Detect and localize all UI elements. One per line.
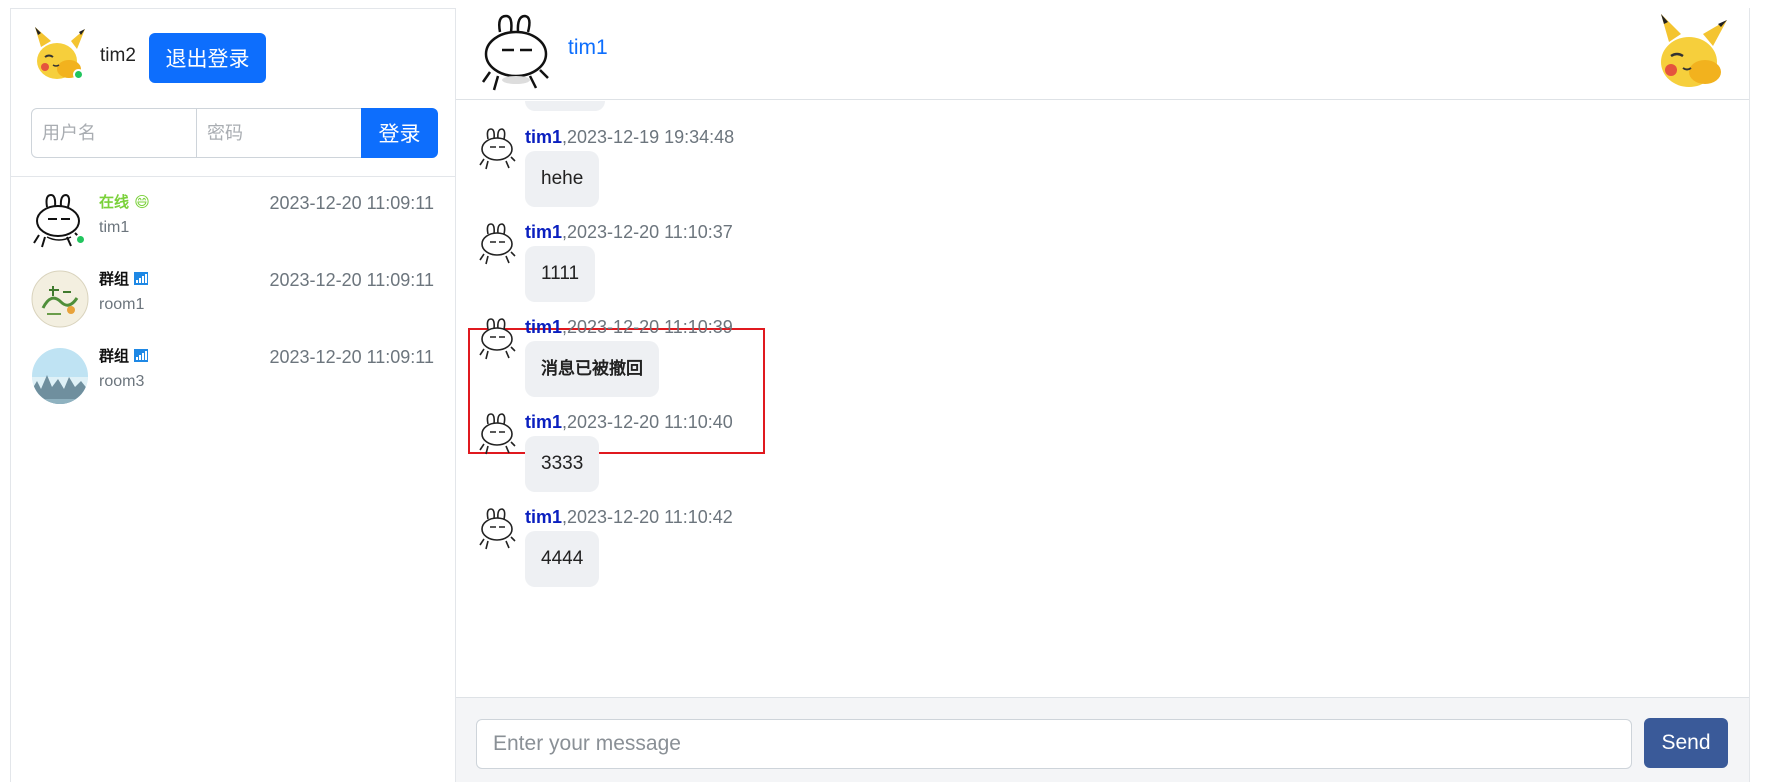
conversation-name: room3 — [99, 373, 145, 390]
message-meta: tim1,2023-12-20 11:10:39 — [525, 317, 733, 338]
message-author: tim1 — [525, 412, 563, 432]
chat-partner-name: tim1 — [568, 36, 608, 59]
pikachu-avatar-icon — [31, 25, 89, 83]
message-composer: Send — [456, 697, 1749, 782]
chat-app: tim2 退出登录 登录 在线 😄 tim1 — [10, 8, 1750, 782]
online-indicator — [75, 234, 86, 245]
conversation-time: 2023-12-20 11:09:11 — [269, 270, 434, 290]
message-meta: tim1,2023-12-20 11:10:37 — [525, 222, 733, 243]
message-time: ,2023-12-19 19:34:48 — [562, 127, 735, 147]
conversation-time: 2023-12-20 11:09:11 — [269, 347, 434, 367]
message-item: tim1,2023-12-20 11:10:40 3333 — [456, 386, 1056, 492]
status-label: 群组 — [99, 268, 149, 289]
status-label: 在线 😄 — [99, 193, 150, 211]
username-input[interactable] — [31, 108, 197, 158]
message-meta: tim1,2023-12-20 11:10:42 — [525, 507, 733, 528]
conversation-item-room3[interactable]: 群组 room3 2023-12-20 11:09:11 — [11, 341, 455, 417]
login-button[interactable]: 登录 — [361, 108, 438, 158]
landscape-avatar-icon — [31, 347, 89, 405]
current-user-name: tim2 — [100, 45, 136, 66]
message-author: tim1 — [525, 317, 563, 337]
message-author: tim1 — [525, 222, 563, 242]
message-author: tim1 — [525, 127, 563, 147]
message-meta: tim1,2023-12-19 19:34:48 — [525, 127, 734, 148]
message-item: tim1,2023-12-20 11:10:42 4444 — [456, 481, 1056, 587]
conversation-name: tim1 — [99, 219, 130, 236]
message-item: tim1,2023-12-20 11:10:37 1111 — [456, 196, 1056, 302]
conversation-name: room1 — [99, 296, 145, 313]
group-avatar-icon — [31, 270, 89, 328]
rabbit-avatar-icon — [480, 14, 552, 94]
rabbit-avatar-icon — [478, 507, 516, 551]
signal-icon — [134, 347, 149, 365]
message-time: ,2023-12-20 11:10:39 — [562, 317, 733, 337]
signal-icon — [134, 270, 149, 288]
smile-emoji-icon: 😄 — [134, 193, 150, 211]
message-item-recalled: tim1,2023-12-20 11:10:39 消息已被撤回 — [456, 291, 1056, 397]
conversation-item-room1[interactable]: 群组 room1 2023-12-20 11:09:11 — [11, 264, 455, 340]
status-label: 群组 — [99, 345, 149, 366]
conversation-time: 2023-12-20 11:09:11 — [269, 193, 434, 213]
message-time: ,2023-12-20 11:10:37 — [562, 222, 733, 242]
pikachu-icon — [1651, 12, 1731, 92]
login-form: 登录 — [31, 108, 438, 158]
message-time: ,2023-12-20 11:10:40 — [562, 412, 733, 432]
conversation-item-tim1[interactable]: 在线 😄 tim1 2023-12-20 11:09:11 — [11, 187, 455, 263]
rabbit-avatar-icon — [478, 222, 516, 266]
online-indicator — [73, 69, 84, 80]
rabbit-avatar-icon — [31, 193, 89, 251]
rabbit-avatar-icon — [478, 317, 516, 361]
rabbit-avatar-icon — [478, 127, 516, 171]
password-input[interactable] — [196, 108, 362, 158]
logout-button[interactable]: 退出登录 — [149, 33, 266, 83]
message-author: tim1 — [525, 507, 563, 527]
message-meta: tim1,2023-12-20 11:10:40 — [525, 412, 733, 433]
sidebar: tim2 退出登录 登录 在线 😄 tim1 — [10, 8, 456, 782]
rabbit-avatar-icon — [478, 412, 516, 456]
message-list[interactable]: tim1,2023-12-19 19:34:48 hehe tim1,2023-… — [456, 101, 1749, 697]
message-input[interactable] — [476, 719, 1632, 769]
divider — [11, 176, 455, 177]
message-item: tim1,2023-12-19 19:34:48 hehe — [456, 101, 1056, 207]
chat-header: tim1 — [456, 8, 1749, 100]
chat-panel: tim1 tim1,2023-12-19 19:34:48 hehe tim1,… — [456, 8, 1750, 782]
send-button[interactable]: Send — [1644, 718, 1728, 768]
message-bubble: 4444 — [525, 531, 600, 587]
message-time: ,2023-12-20 11:10:42 — [562, 507, 733, 527]
